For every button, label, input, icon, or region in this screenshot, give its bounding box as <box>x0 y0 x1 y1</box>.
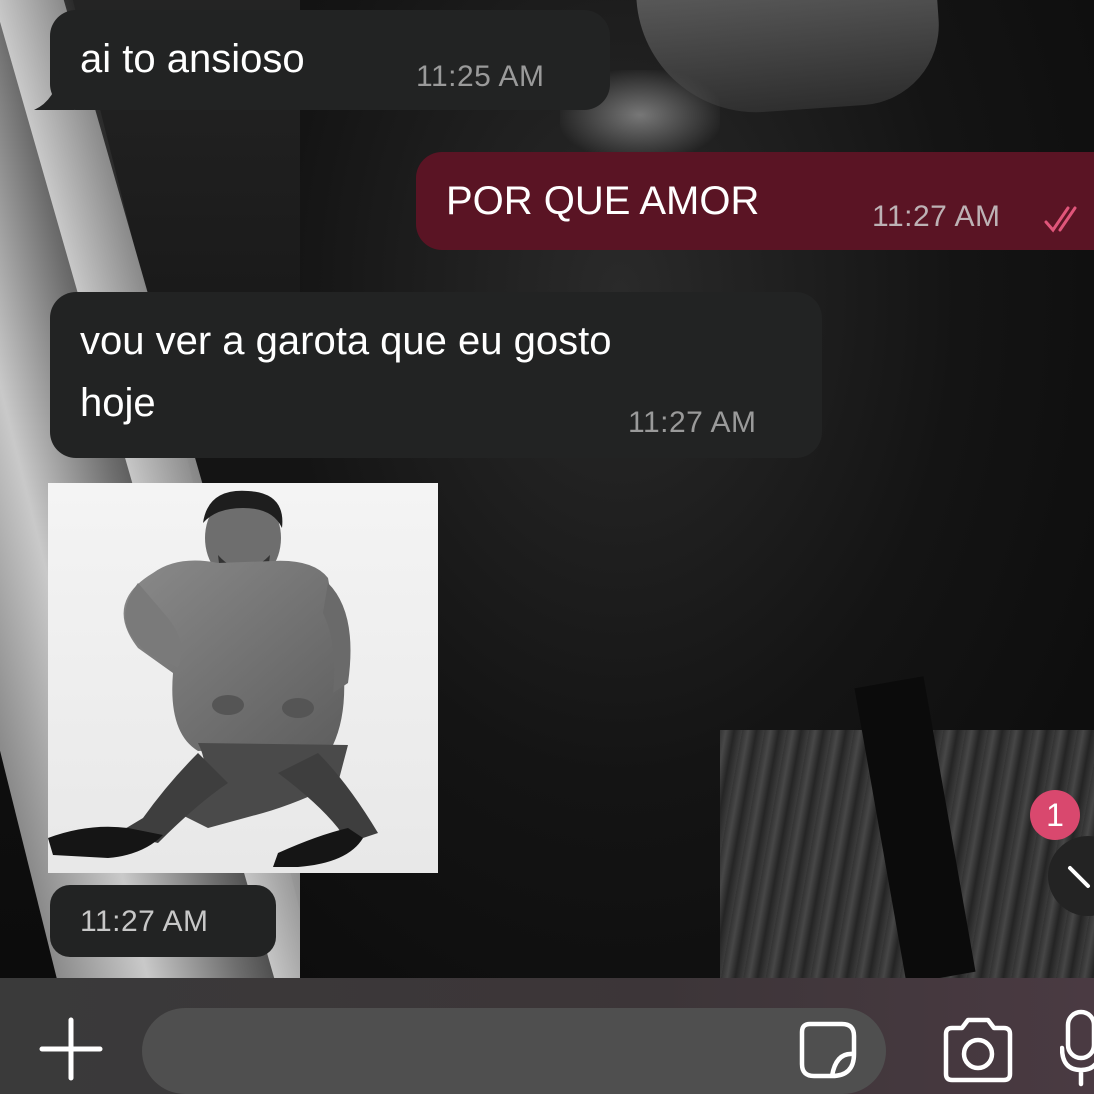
message-bubble-outgoing[interactable]: POR QUE AMOR 11:27 AM <box>416 152 1094 250</box>
message-time: 11:27 AM <box>628 406 757 439</box>
unread-count-badge: 1 <box>1030 790 1080 840</box>
message-time: 11:25 AM <box>416 60 545 93</box>
message-composer <box>0 978 1094 1094</box>
message-time: 11:27 AM <box>872 200 1001 233</box>
microphone-icon[interactable] <box>1060 1008 1094 1088</box>
message-text: POR QUE AMOR <box>446 179 760 223</box>
plus-icon[interactable] <box>36 1014 106 1084</box>
camera-icon[interactable] <box>940 1012 1016 1088</box>
double-check-icon <box>1044 206 1077 233</box>
photo-time-chip: 11:27 AM <box>50 885 276 957</box>
sticker-icon[interactable] <box>796 1018 860 1082</box>
photo-image <box>48 490 378 867</box>
message-input[interactable] <box>142 1008 886 1094</box>
bubble-tail <box>34 70 74 110</box>
chevron-down-icon <box>1068 866 1090 888</box>
scroll-to-bottom-button[interactable] <box>1048 836 1094 916</box>
message-time: 11:27 AM <box>80 905 209 938</box>
photo-message[interactable] <box>48 483 438 873</box>
message-text: ai to ansioso <box>80 37 305 81</box>
message-bubble-incoming[interactable]: vou ver a garota que eu gosto hoje 11:27… <box>50 292 822 458</box>
message-bubble-incoming[interactable]: ai to ansioso 11:25 AM <box>34 10 610 110</box>
